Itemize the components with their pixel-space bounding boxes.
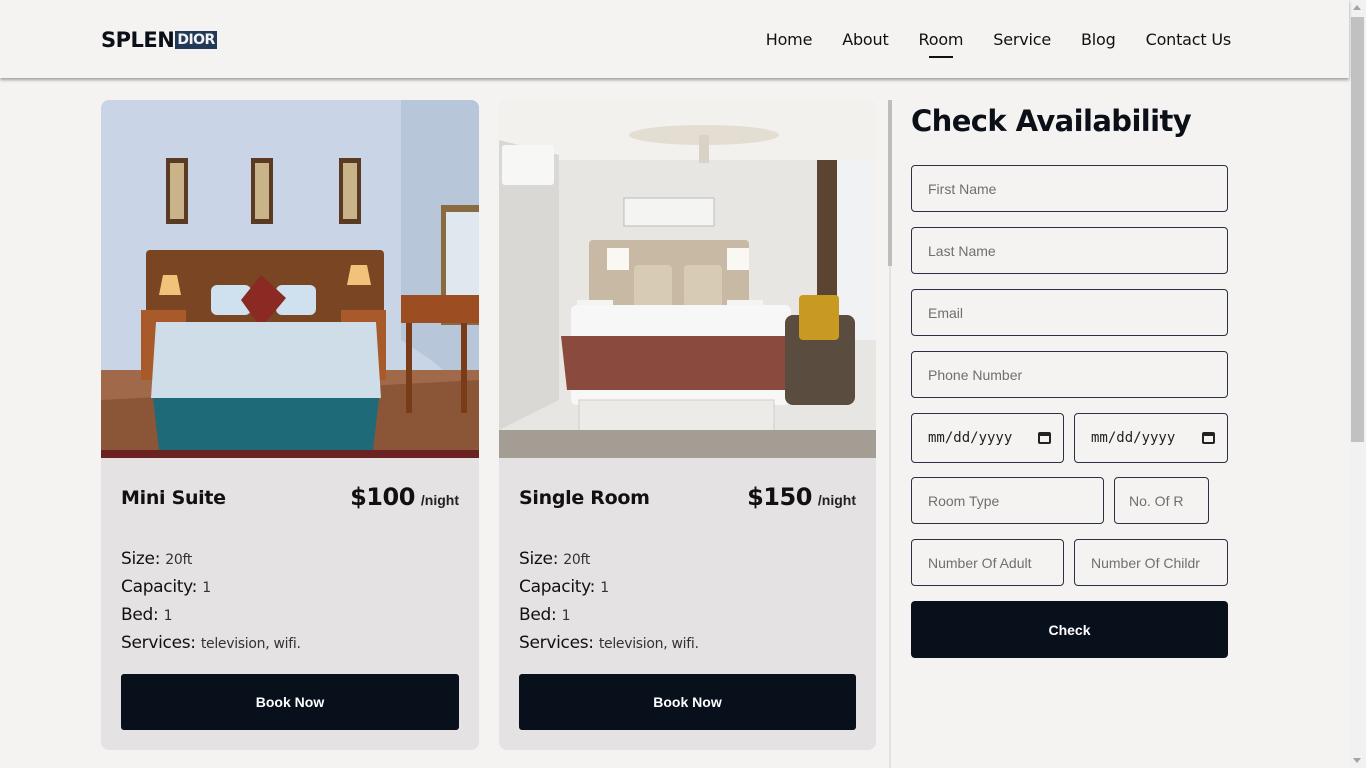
calendar-icon[interactable] [1038, 432, 1051, 444]
spec-capacity: Capacity: 1 [519, 577, 609, 597]
room-price: $150 /night [747, 483, 856, 511]
panel-scroll-thumb[interactable] [888, 100, 892, 266]
room-name: Mini Suite [121, 487, 226, 509]
number-of-rooms-input[interactable] [1114, 477, 1209, 524]
calendar-icon[interactable] [1202, 432, 1215, 444]
check-in-date-input[interactable]: mm/dd/yyyy [911, 413, 1064, 463]
check-in-date-text: mm/dd/yyyy [928, 430, 1013, 446]
room-price: $100 /night [350, 483, 459, 511]
nav-about[interactable]: About [842, 30, 889, 49]
check-out-date-input[interactable]: mm/dd/yyyy [1074, 413, 1228, 463]
spec-capacity: Capacity: 1 [121, 577, 211, 597]
check-out-date-text: mm/dd/yyyy [1091, 430, 1176, 446]
logo-text-badge: DIOR [175, 31, 217, 49]
nav-contact-us[interactable]: Contact Us [1146, 30, 1232, 49]
number-of-adults-input[interactable] [911, 539, 1064, 586]
spec-bed: Bed: 1 [121, 605, 173, 625]
logo-text-main: SPLEN [101, 28, 175, 52]
phone-number-input[interactable] [911, 351, 1228, 398]
room-card-single-room: Single Room $150 /night Size: 20ft Capac… [499, 100, 876, 750]
nav-room[interactable]: Room [919, 30, 963, 58]
scroll-up-arrow-icon[interactable] [1353, 5, 1361, 10]
check-button[interactable]: Check [911, 601, 1228, 658]
nav-home[interactable]: Home [766, 30, 813, 49]
main-nav: Home About Room Service Blog Contact Us [766, 30, 1232, 58]
room-specs: Size: 20ft Capacity: 1 Bed: 1 Services: … [121, 546, 301, 658]
price-amount: $150 [747, 483, 812, 511]
room-specs: Size: 20ft Capacity: 1 Bed: 1 Services: … [519, 546, 699, 658]
room-card-mini-suite: Mini Suite $100 /night Size: 20ft Capaci… [101, 100, 479, 750]
scroll-down-arrow-icon[interactable] [1353, 758, 1361, 763]
price-amount: $100 [350, 483, 415, 511]
spec-size: Size: 20ft [121, 549, 193, 569]
room-image-mini-suite [101, 100, 479, 458]
panel-scrollbar[interactable] [888, 100, 892, 768]
site-logo[interactable]: SPLEN DIOR [101, 28, 217, 52]
room-image-single-room [499, 100, 876, 458]
nav-blog[interactable]: Blog [1081, 30, 1116, 49]
book-now-button[interactable]: Book Now [519, 674, 856, 730]
first-name-input[interactable] [911, 165, 1228, 212]
spec-services: Services: television, wifi. [519, 633, 699, 653]
price-unit: /night [817, 492, 856, 508]
email-input[interactable] [911, 289, 1228, 336]
spec-bed: Bed: 1 [519, 605, 571, 625]
spec-size: Size: 20ft [519, 549, 591, 569]
nav-service[interactable]: Service [993, 30, 1051, 49]
book-now-button[interactable]: Book Now [121, 674, 459, 730]
site-header: SPLEN DIOR Home About Room Service Blog … [0, 0, 1349, 78]
price-unit: /night [420, 492, 459, 508]
room-name: Single Room [519, 487, 650, 509]
spec-services: Services: television, wifi. [121, 633, 301, 653]
page-scrollbar[interactable] [1349, 0, 1366, 768]
room-type-input[interactable] [911, 477, 1104, 524]
number-of-children-input[interactable] [1074, 539, 1228, 586]
page-scroll-thumb[interactable] [1351, 17, 1364, 442]
check-availability-title: Check Availability [911, 104, 1192, 138]
last-name-input[interactable] [911, 227, 1228, 274]
